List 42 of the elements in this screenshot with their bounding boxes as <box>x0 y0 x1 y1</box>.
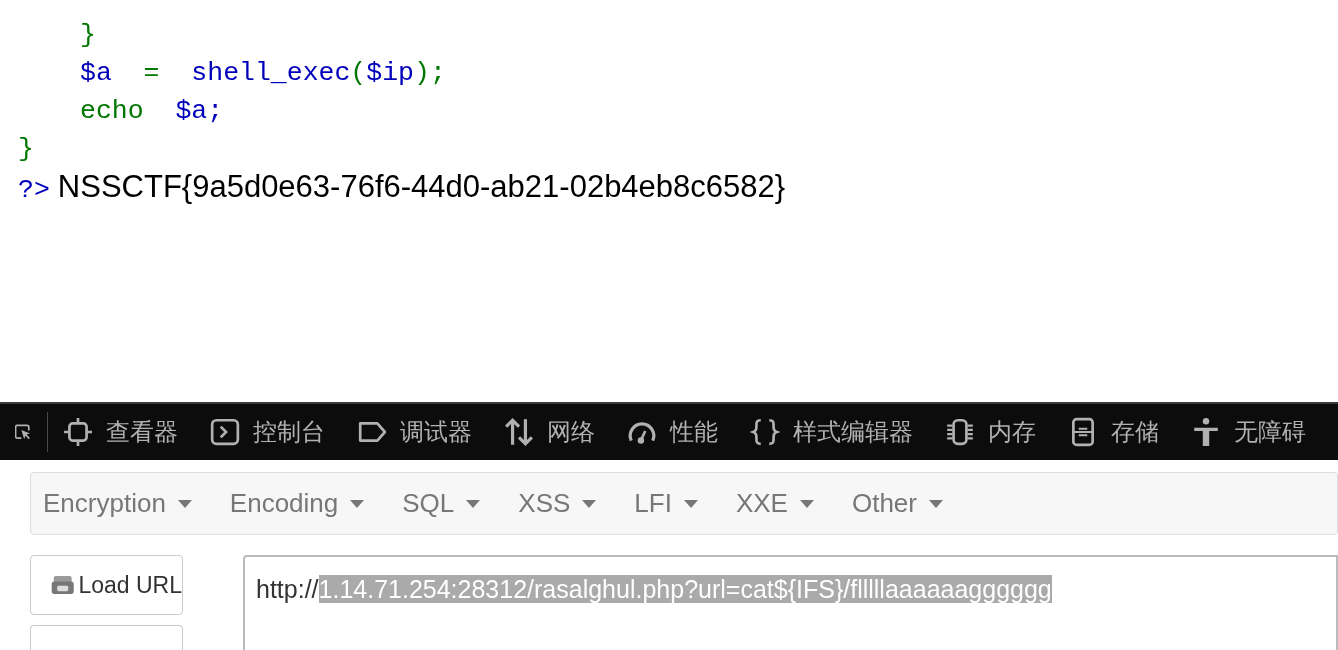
menu-dropdown[interactable]: LFI <box>634 484 698 523</box>
devtools-tab[interactable]: 控制台 <box>253 414 325 450</box>
braces-icon[interactable] <box>750 417 780 447</box>
person-icon[interactable] <box>1191 417 1221 447</box>
devtools-tab[interactable]: 无障碍 <box>1234 414 1306 450</box>
menu-dropdown[interactable]: XSS <box>518 484 597 523</box>
devtools-tab[interactable]: 性能 <box>670 414 718 450</box>
caret-icon <box>466 499 481 508</box>
code-token: shell_exec <box>191 57 351 90</box>
chip-icon[interactable] <box>945 417 975 447</box>
code-token: ( <box>350 57 367 90</box>
code-token: } <box>80 19 96 52</box>
code-token: $a <box>80 57 112 90</box>
caret-icon <box>582 499 597 508</box>
arrows-icon[interactable] <box>504 417 534 447</box>
code-token: ?> <box>18 174 50 207</box>
menu-dropdown[interactable]: Encryption <box>43 484 192 523</box>
menu-dropdown[interactable]: SQL <box>402 484 481 523</box>
menu-dropdown[interactable]: XXE <box>735 484 814 523</box>
devtools-tab[interactable]: 样式编辑器 <box>793 414 913 450</box>
code-token: ); <box>414 57 446 90</box>
caret-icon <box>799 499 814 508</box>
menu-dropdown[interactable]: Other <box>851 484 943 523</box>
terminal-icon[interactable] <box>210 417 240 447</box>
devtools-tab[interactable]: 网络 <box>547 414 595 450</box>
url-action-button[interactable]: Load URL <box>30 555 183 615</box>
caret-icon <box>928 499 943 508</box>
code-token: $a; <box>175 95 224 128</box>
output-text: NSSCTF{9a5d0e63-76f6-44d0-ab21-02b4eb8c6582} <box>57 168 786 206</box>
crosshair-icon[interactable] <box>63 417 93 447</box>
code-token: echo <box>80 95 145 128</box>
devtools-tab[interactable]: 内存 <box>988 414 1036 450</box>
code-token: } <box>18 133 34 166</box>
devtools-tab[interactable]: 查看器 <box>106 414 178 450</box>
code-token: $ip <box>366 57 414 90</box>
caret-icon <box>177 499 192 508</box>
devtools-tab[interactable]: 存储 <box>1111 414 1159 450</box>
caret-icon <box>683 499 698 508</box>
devtools-tab[interactable]: 调试器 <box>400 414 472 450</box>
menu-dropdown[interactable]: Encoding <box>229 484 365 523</box>
code-token: = <box>142 57 161 90</box>
caret-icon <box>350 499 365 508</box>
